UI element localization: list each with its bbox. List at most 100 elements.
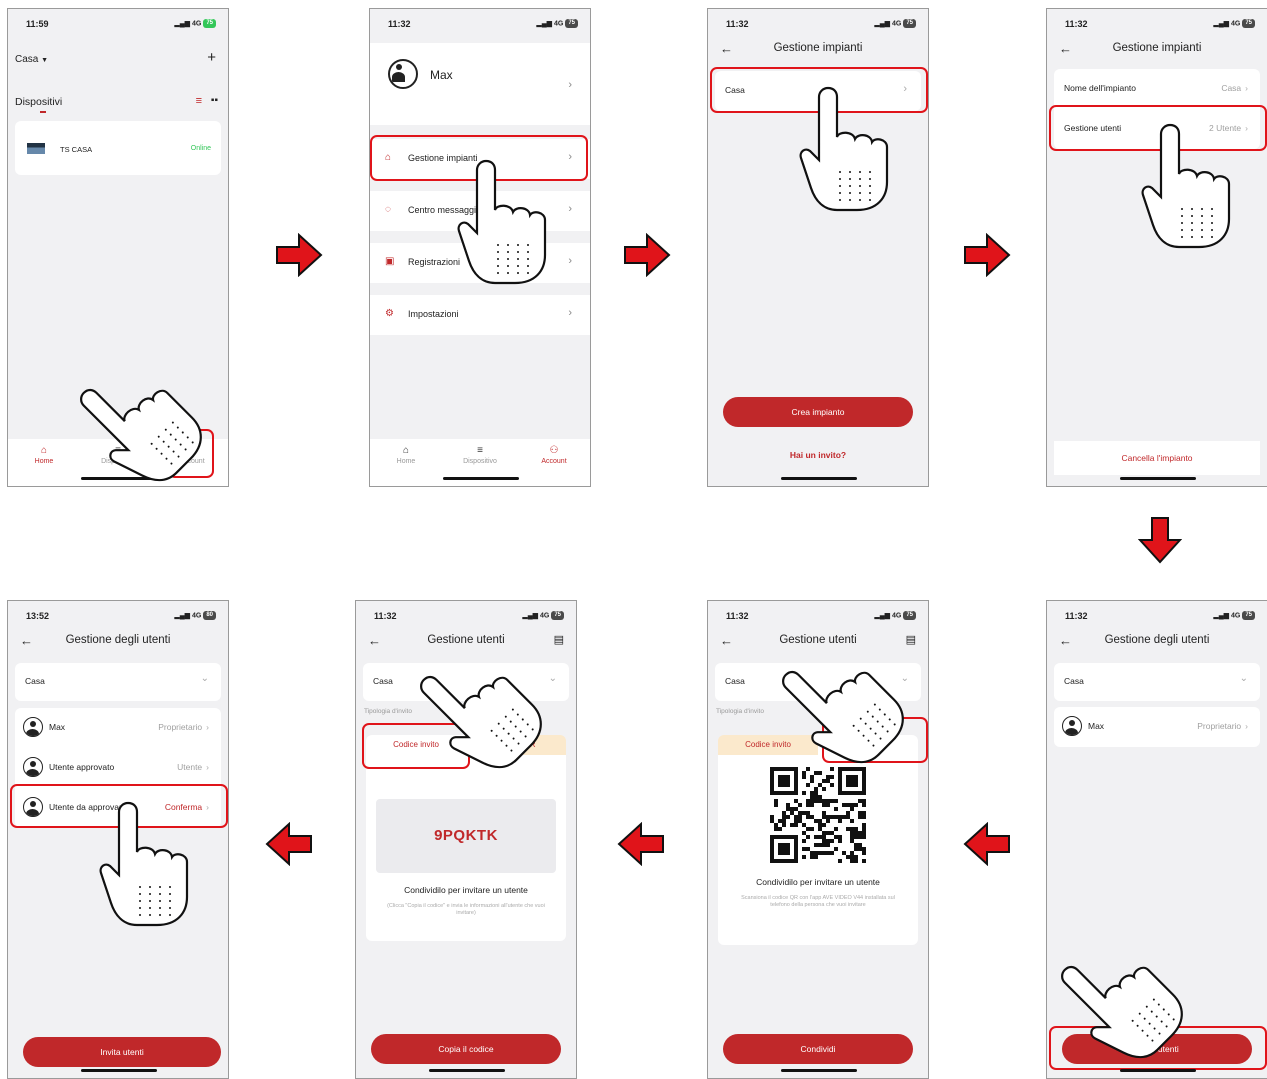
invite-link[interactable]: Hai un invito? — [708, 450, 928, 460]
page-title: Gestione impianti — [1112, 42, 1202, 54]
menu-icon: ≡ — [477, 445, 483, 456]
avatar — [23, 757, 43, 777]
menu-impostazioni[interactable]: ⚙ Impostazioni › — [370, 295, 590, 335]
section-title: Dispositivi — [15, 96, 63, 108]
tab-home[interactable]: ⌂ Home — [14, 445, 74, 465]
plus-icon[interactable]: + — [207, 49, 216, 66]
status-bar: 11:32 ▂▄▆ 4G 75 — [1047, 611, 1267, 627]
phone-invite-code: 11:32 ▂▄▆ 4G 75 ← Gestione utenti ▤ Casa… — [355, 600, 577, 1079]
battery-icon: 75 — [1242, 19, 1255, 28]
tab-account[interactable]: ⚇Account — [524, 445, 584, 465]
user-row-approved[interactable]: Utente approvato Utente › — [15, 748, 221, 788]
chevron-right-icon: › — [206, 762, 209, 772]
person-icon: ⚇ — [549, 445, 559, 456]
device-card[interactable]: TS CASA Online — [15, 121, 221, 175]
share-note: (Clicca "Copia il codice" e invia le inf… — [387, 903, 545, 916]
share-button[interactable]: Condividi — [723, 1034, 913, 1064]
back-arrow-icon[interactable]: ← — [720, 41, 733, 56]
share-title: Condividilo per invitare un utente — [404, 885, 528, 895]
status-time: 11:32 — [726, 611, 749, 621]
user-row-owner[interactable]: Max Proprietario › — [15, 708, 221, 748]
chevron-right-icon: › — [1245, 83, 1248, 93]
pointing-hand-icon — [457, 159, 547, 285]
battery-icon: 80 — [203, 611, 216, 620]
impianto-dropdown[interactable]: Casa ⌄ — [15, 663, 221, 701]
tab-home[interactable]: ⌂ Home — [376, 445, 436, 465]
avatar — [23, 717, 43, 737]
invite-code: 9PQKTK — [434, 827, 498, 844]
device-name: TS CASA — [60, 145, 93, 154]
home-icon: ⌂ — [40, 445, 48, 456]
status-time: 11:32 — [726, 19, 749, 29]
device-thumbnail-icon — [27, 143, 45, 154]
arrow-down-icon — [1139, 517, 1181, 563]
pointing-hand-icon — [99, 801, 189, 927]
tab-dispositivo[interactable]: ≡Dispositivo — [450, 445, 510, 465]
chevron-right-icon: › — [568, 307, 572, 319]
home-icon: ⌂ — [402, 445, 410, 456]
arrow-right-icon — [964, 234, 1010, 276]
status-bar: 13:52 ▂▄▆ 4G 80 — [8, 611, 228, 627]
status-time: 13:52 — [26, 611, 50, 621]
page-header: ← Gestione degli utenti — [1047, 631, 1267, 659]
share-note: Scansiona il codice QR con l'app AVE VID… — [741, 895, 895, 908]
chevron-right-icon: › — [568, 255, 572, 267]
message-icon: ◌ — [385, 204, 391, 215]
home-selector[interactable]: Casa ▼ — [15, 54, 48, 65]
status-bar: 11:32 ▂▄▆ 4G 75 — [1047, 19, 1267, 35]
battery-icon: 75 — [903, 19, 916, 28]
phone-home-screen: 11:59 ▂▄▆ 4G 75 Casa ▼ + Dispositivi ≡ ▪… — [7, 8, 229, 487]
chevron-down-icon: ⌄ — [548, 673, 557, 684]
qr-panel: Condividilo per invitare un utente Scans… — [718, 755, 918, 945]
document-icon[interactable]: ▤ — [906, 633, 916, 646]
page-title: Gestione degli utenti — [65, 634, 171, 646]
phone-account-screen: 11:32 ▂▄▆ 4G 75 Max › ⌂ Gestione impianti… — [369, 8, 591, 487]
invite-users-button[interactable]: Invita utenti — [23, 1037, 221, 1067]
user-row[interactable]: Max Proprietario › — [1054, 707, 1260, 747]
create-impianto-button[interactable]: Crea impianto — [723, 397, 913, 427]
signal-indicator: ▂▄▆ 4G 80 — [174, 611, 216, 620]
delete-impianto-button[interactable]: Cancella l'impianto — [1054, 441, 1260, 475]
back-arrow-icon[interactable]: ← — [1059, 41, 1072, 56]
back-arrow-icon[interactable]: ← — [720, 633, 733, 648]
row-nome-impianto[interactable]: Nome dell'impianto Casa › — [1054, 69, 1260, 109]
battery-icon: 75 — [203, 19, 216, 28]
status-bar: 11:32 ▂▄▆ 4G 75 — [356, 611, 576, 627]
user-list: Max Proprietario › — [1054, 707, 1260, 747]
battery-icon: 75 — [565, 19, 578, 28]
battery-icon: 75 — [551, 611, 564, 620]
profile-header[interactable]: Max › — [370, 43, 590, 125]
phone-gestione-impianti: 11:32 ▂▄▆ 4G 75 ← Gestione impianti Casa… — [707, 8, 929, 487]
caret-down-icon: ▼ — [41, 57, 49, 64]
page-header: ← Gestione degli utenti — [8, 631, 228, 659]
invite-code-box: 9PQKTK — [376, 799, 556, 873]
status-time: 11:32 — [1065, 611, 1088, 621]
document-icon[interactable]: ▤ — [554, 633, 564, 646]
chevron-down-icon: ⌄ — [1239, 673, 1248, 684]
signal-indicator: ▂▄▆ 4G 75 — [1213, 19, 1255, 28]
back-arrow-icon[interactable]: ← — [1059, 633, 1072, 648]
device-status: Online — [190, 145, 211, 152]
back-arrow-icon[interactable]: ← — [20, 633, 33, 648]
home-indicator — [1120, 477, 1196, 480]
back-arrow-icon[interactable]: ← — [368, 633, 381, 648]
impianto-dropdown[interactable]: Casa ⌄ — [1054, 663, 1260, 701]
arrow-left-icon — [266, 823, 312, 865]
chevron-right-icon: › — [568, 203, 572, 215]
page-title: Gestione degli utenti — [1104, 634, 1210, 646]
home-indicator — [443, 477, 519, 480]
section-underline — [40, 111, 46, 113]
grid-view-icon[interactable]: ▪▪ — [211, 95, 218, 106]
list-view-icon[interactable]: ≡ — [196, 95, 202, 107]
page-header: ← Gestione impianti — [708, 39, 928, 67]
phone-invite-qr: 11:32 ▂▄▆ 4G 75 ← Gestione utenti ▤ Casa… — [707, 600, 929, 1079]
status-time: 11:59 — [26, 19, 49, 29]
signal-indicator: ▂▄▆ 4G 75 — [536, 19, 578, 28]
avatar — [388, 59, 418, 89]
video-icon: ▣ — [385, 256, 395, 267]
home-indicator — [781, 1069, 857, 1072]
copy-code-button[interactable]: Copia il codice — [371, 1034, 561, 1064]
page-title: Gestione impianti — [773, 42, 863, 54]
signal-indicator: ▂▄▆ 4G 75 — [874, 19, 916, 28]
arrow-left-icon — [618, 823, 664, 865]
